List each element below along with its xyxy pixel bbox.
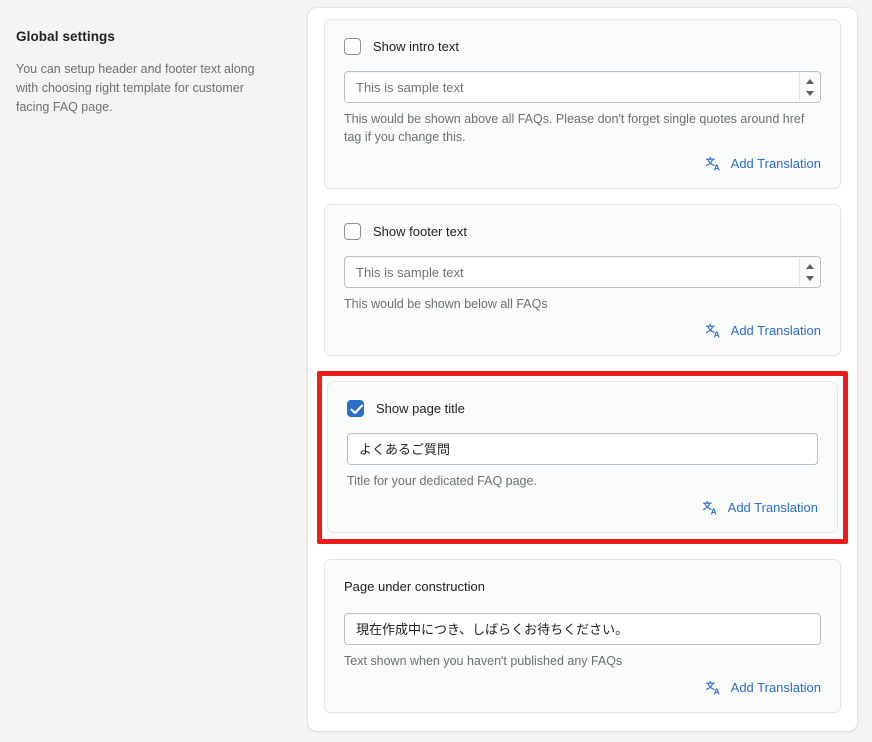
svg-text:A: A [713, 686, 719, 696]
checkbox-label-show-footer-text: Show footer text [373, 224, 467, 239]
checkbox-show-footer-text[interactable] [344, 223, 361, 240]
add-translation-label-intro: Add Translation [730, 156, 821, 171]
add-translation-label-footer: Add Translation [730, 323, 821, 338]
input-page-under-construction[interactable]: 現在作成中につき、しばらくお待ちください。 [344, 613, 821, 645]
add-translation-label-page-title: Add Translation [727, 500, 818, 515]
footer-text-resize-spinner[interactable] [799, 258, 819, 286]
checkbox-label-show-page-title: Show page title [376, 401, 465, 416]
label-page-under-construction: Page under construction [344, 579, 485, 594]
checkbox-label-show-intro-text: Show intro text [373, 39, 459, 54]
chevron-up-icon[interactable] [805, 263, 814, 269]
translate-icon: 文 A [706, 323, 720, 339]
input-page-under-construction-value: 現在作成中につき、しばらくお待ちください。 [356, 621, 629, 637]
help-text-footer: This would be shown below all FAQs [344, 297, 548, 311]
highlight-annotation-page-title: Show page title よくあるご質問 Title for your d… [317, 371, 848, 544]
intro-text-resize-spinner[interactable] [799, 73, 819, 101]
card-show-page-title: Show page title よくあるご質問 Title for your d… [327, 381, 838, 533]
add-translation-link-footer[interactable]: 文 A Add Translation [344, 322, 821, 339]
chevron-down-icon[interactable] [805, 275, 814, 281]
input-intro-text-value: This is sample text [356, 79, 464, 95]
page-title: Global settings [16, 29, 116, 44]
add-translation-link-page-under-construction[interactable]: 文 A Add Translation [344, 679, 821, 696]
input-intro-text[interactable]: This is sample text [344, 71, 821, 103]
svg-text:A: A [713, 329, 719, 339]
checkbox-row-show-page-title[interactable]: Show page title [347, 400, 818, 417]
card-show-footer-text: Show footer text This is sample text Thi… [324, 204, 841, 356]
help-text-page-under-construction: Text shown when you haven't published an… [344, 654, 623, 668]
card-show-intro-text: Show intro text This is sample text This… [324, 19, 841, 189]
input-page-title-value: よくあるご質問 [359, 441, 451, 457]
add-translation-link-intro[interactable]: 文 A Add Translation [344, 155, 821, 172]
global-settings-description-column: Global settings You can setup header and… [16, 28, 278, 117]
settings-panel: Show intro text This is sample text This… [308, 8, 857, 731]
chevron-up-icon[interactable] [805, 78, 814, 84]
settings-card-list: Show intro text This is sample text This… [317, 19, 848, 713]
checkbox-show-intro-text[interactable] [344, 38, 361, 55]
input-footer-text-value: This is sample text [356, 264, 464, 280]
help-text-page-title: Title for your dedicated FAQ page. [347, 474, 537, 488]
svg-text:A: A [713, 162, 719, 172]
check-icon [349, 404, 363, 415]
add-translation-link-page-title[interactable]: 文 A Add Translation [347, 499, 818, 516]
chevron-down-icon[interactable] [805, 90, 814, 96]
input-footer-text[interactable]: This is sample text [344, 256, 821, 288]
page-description: You can setup header and footer text alo… [16, 62, 255, 114]
checkbox-row-show-footer-text[interactable]: Show footer text [344, 223, 821, 240]
card-page-under-construction: Page under construction 現在作成中につき、しばらくお待ち… [324, 559, 841, 713]
translate-icon: 文 A [706, 156, 720, 172]
help-text-intro: This would be shown above all FAQs. Plea… [344, 112, 805, 144]
svg-text:A: A [710, 506, 716, 516]
checkbox-row-show-intro-text[interactable]: Show intro text [344, 38, 821, 55]
translate-icon: 文 A [706, 680, 720, 696]
input-page-title[interactable]: よくあるご質問 [347, 433, 818, 465]
translate-icon: 文 A [703, 500, 717, 516]
add-translation-label-page-under-construction: Add Translation [730, 680, 821, 695]
checkbox-show-page-title[interactable] [347, 400, 364, 417]
